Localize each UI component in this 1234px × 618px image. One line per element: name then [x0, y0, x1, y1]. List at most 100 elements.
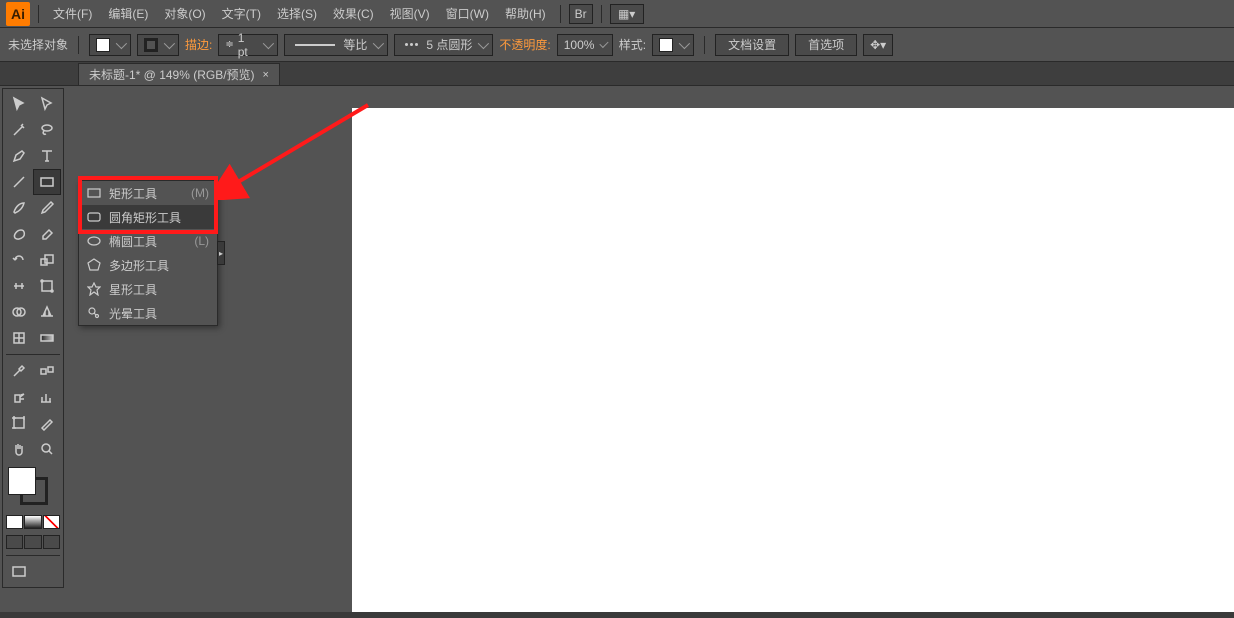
- flyout-rectangle[interactable]: 矩形工具 (M): [79, 181, 217, 205]
- eraser-tool[interactable]: [34, 222, 60, 246]
- app-logo: Ai: [6, 2, 30, 26]
- doc-setup-button[interactable]: 文档设置: [715, 34, 789, 56]
- rectangle-tool[interactable]: [34, 170, 60, 194]
- style-label: 样式:: [619, 36, 646, 53]
- blend-tool[interactable]: [34, 359, 60, 383]
- arrange-docs-icon[interactable]: ▦▾: [610, 4, 644, 24]
- selection-status: 未选择对象: [8, 36, 68, 53]
- flyout-shortcut: (M): [191, 186, 209, 200]
- brush-select[interactable]: 5 点圆形: [394, 34, 493, 56]
- fill-swatch[interactable]: [89, 34, 131, 56]
- status-bar: [0, 612, 1234, 618]
- menu-file[interactable]: 文件(F): [47, 1, 98, 26]
- stroke-weight-input[interactable]: ≑1 pt: [218, 34, 278, 56]
- document-tabbar: 未标题-1* @ 149% (RGB/预览) ×: [0, 62, 1234, 86]
- draw-inside[interactable]: [43, 535, 60, 549]
- pen-tool[interactable]: [6, 144, 32, 168]
- scale-tool[interactable]: [34, 248, 60, 272]
- separator: [704, 36, 705, 54]
- menubar: Ai 文件(F) 编辑(E) 对象(O) 文字(T) 选择(S) 效果(C) 视…: [0, 0, 1234, 28]
- rotate-tool[interactable]: [6, 248, 32, 272]
- tool-divider: [6, 555, 60, 556]
- lasso-tool[interactable]: [34, 118, 60, 142]
- free-transform-tool[interactable]: [34, 274, 60, 298]
- menu-window[interactable]: 窗口(W): [440, 1, 495, 26]
- options-bar: 未选择对象 描边: ≑1 pt 等比 5 点圆形 不透明度: 100% 样式: …: [0, 28, 1234, 62]
- artboard-tool[interactable]: [6, 411, 32, 435]
- color-mode-none[interactable]: [43, 515, 60, 529]
- blob-brush-tool[interactable]: [6, 222, 32, 246]
- screen-mode-button[interactable]: [6, 560, 32, 584]
- paintbrush-tool[interactable]: [6, 196, 32, 220]
- menu-type[interactable]: 文字(T): [216, 1, 267, 26]
- artboard[interactable]: [352, 108, 1234, 618]
- flyout-label: 椭圆工具: [109, 233, 157, 250]
- flyout-star[interactable]: 星形工具: [79, 277, 217, 301]
- screen-mode-row: [6, 535, 60, 549]
- ellipse-icon: [87, 234, 101, 248]
- gradient-tool[interactable]: [34, 326, 60, 350]
- flyout-rounded-rectangle[interactable]: 圆角矩形工具: [79, 205, 217, 229]
- flyout-ellipse[interactable]: 椭圆工具 (L): [79, 229, 217, 253]
- stroke-label: 描边:: [185, 36, 212, 53]
- menu-help[interactable]: 帮助(H): [499, 1, 552, 26]
- fill-color[interactable]: [8, 467, 36, 495]
- stroke-profile-select[interactable]: 等比: [284, 34, 388, 56]
- menu-select[interactable]: 选择(S): [271, 1, 323, 26]
- menu-object[interactable]: 对象(O): [158, 1, 211, 26]
- perspective-grid-tool[interactable]: [34, 300, 60, 324]
- star-icon: [87, 282, 101, 296]
- close-icon[interactable]: ×: [263, 69, 269, 81]
- flyout-tearoff-handle[interactable]: ▸: [217, 241, 225, 265]
- toolbox: [2, 88, 64, 588]
- flyout-flare[interactable]: 光晕工具: [79, 301, 217, 325]
- style-swatch[interactable]: [652, 34, 694, 56]
- menu-effect[interactable]: 效果(C): [327, 1, 380, 26]
- slice-tool[interactable]: [34, 411, 60, 435]
- shape-builder-tool[interactable]: [6, 300, 32, 324]
- direct-selection-tool[interactable]: [34, 92, 60, 116]
- flyout-label: 光晕工具: [109, 305, 157, 322]
- color-mode-gradient[interactable]: [24, 515, 41, 529]
- menu-view[interactable]: 视图(V): [384, 1, 436, 26]
- menu-edit[interactable]: 编辑(E): [102, 1, 154, 26]
- eyedropper-tool[interactable]: [6, 359, 32, 383]
- line-tool[interactable]: [6, 170, 32, 194]
- separator: [560, 5, 561, 23]
- preferences-button[interactable]: 首选项: [795, 34, 857, 56]
- separator: [78, 36, 79, 54]
- zoom-tool[interactable]: [34, 437, 60, 461]
- flyout-label: 圆角矩形工具: [109, 209, 181, 226]
- color-mode-row: [6, 515, 60, 529]
- bridge-icon[interactable]: Br: [569, 4, 593, 24]
- width-tool[interactable]: [6, 274, 32, 298]
- fill-stroke-swatch[interactable]: [6, 467, 60, 507]
- rectangle-icon: [87, 186, 101, 200]
- draw-behind[interactable]: [24, 535, 41, 549]
- tab-title: 未标题-1* @ 149% (RGB/预览): [89, 66, 255, 83]
- column-graph-tool[interactable]: [34, 385, 60, 409]
- draw-normal[interactable]: [6, 535, 23, 549]
- color-mode-solid[interactable]: [6, 515, 23, 529]
- separator: [38, 5, 39, 23]
- tool-divider: [6, 354, 60, 355]
- selection-tool[interactable]: [6, 92, 32, 116]
- flyout-polygon[interactable]: 多边形工具: [79, 253, 217, 277]
- pencil-tool[interactable]: [34, 196, 60, 220]
- shape-tool-flyout: 矩形工具 (M) 圆角矩形工具 椭圆工具 (L) 多边形工具 星形工具 光晕工具…: [78, 180, 218, 326]
- flyout-label: 多边形工具: [109, 257, 169, 274]
- document-tab[interactable]: 未标题-1* @ 149% (RGB/预览) ×: [78, 63, 280, 85]
- flyout-label: 矩形工具: [109, 185, 157, 202]
- stroke-swatch[interactable]: [137, 34, 179, 56]
- opacity-input[interactable]: 100%: [557, 34, 613, 56]
- panel-menu-icon[interactable]: ✥▾: [863, 34, 893, 56]
- polygon-icon: [87, 258, 101, 272]
- separator: [601, 5, 602, 23]
- type-tool[interactable]: [34, 144, 60, 168]
- hand-tool[interactable]: [6, 437, 32, 461]
- symbol-sprayer-tool[interactable]: [6, 385, 32, 409]
- flyout-label: 星形工具: [109, 281, 157, 298]
- magic-wand-tool[interactable]: [6, 118, 32, 142]
- mesh-tool[interactable]: [6, 326, 32, 350]
- flare-icon: [87, 306, 101, 320]
